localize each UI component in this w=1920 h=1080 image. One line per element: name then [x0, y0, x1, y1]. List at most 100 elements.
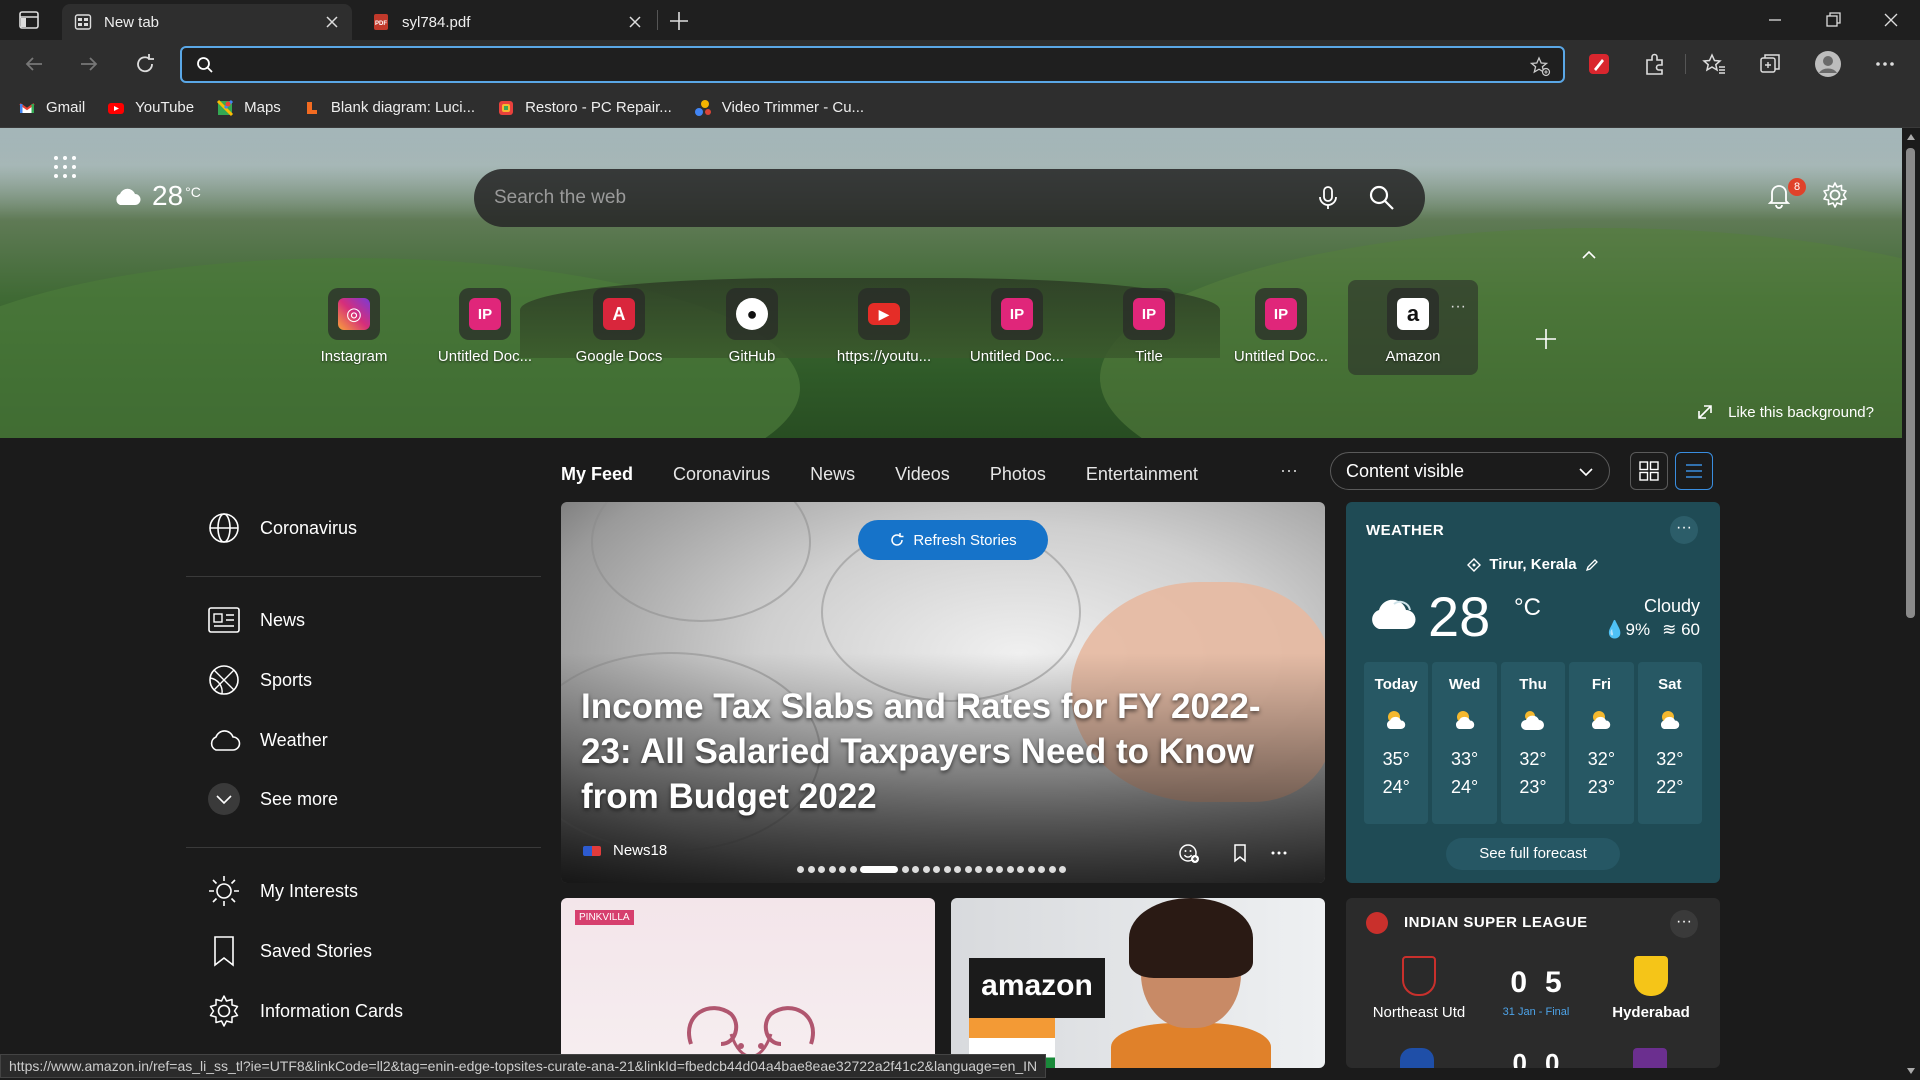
tab-entertainment[interactable]: Entertainment: [1086, 464, 1198, 485]
add-favorite-icon[interactable]: [1529, 55, 1551, 77]
address-bar[interactable]: [180, 46, 1565, 83]
story-card-amazon[interactable]: amazon: [951, 898, 1325, 1068]
carousel-dot[interactable]: [849, 866, 857, 873]
forecast-day[interactable]: Thu 32° 23°: [1500, 662, 1566, 824]
bookmark-video-trimmer[interactable]: Video Trimmer - Cu...: [694, 99, 864, 117]
profile-avatar[interactable]: [1814, 50, 1842, 78]
nav-item-weather[interactable]: Weather: [206, 722, 328, 758]
carousel-dot-active[interactable]: [860, 866, 898, 873]
top-story-card[interactable]: Refresh Stories Income Tax Slabs and Rat…: [561, 502, 1325, 883]
close-tab-icon[interactable]: [627, 14, 643, 30]
carousel-dot[interactable]: [797, 866, 804, 873]
carousel-dot[interactable]: [933, 866, 940, 873]
hero-weather[interactable]: 28 °C: [112, 180, 201, 212]
quick-link-amazon[interactable]: a Amazon: [1348, 280, 1478, 375]
forecast-day[interactable]: Today 35° 24°: [1364, 662, 1429, 824]
close-tab-icon[interactable]: [324, 14, 340, 30]
forecast-day[interactable]: Wed 33° 24°: [1432, 662, 1497, 824]
extensions-icon[interactable]: [1641, 50, 1669, 78]
tab-photos[interactable]: Photos: [990, 464, 1046, 485]
story-more-icon[interactable]: [1268, 842, 1290, 864]
web-search-box[interactable]: [474, 169, 1425, 227]
scrollbar-thumb[interactable]: [1906, 148, 1915, 618]
carousel-dot[interactable]: [1017, 866, 1024, 873]
quick-link-youtube[interactable]: ▶ https://youtu...: [819, 288, 949, 365]
tab-actions-icon[interactable]: [18, 9, 40, 31]
content-visibility-select[interactable]: Content visible: [1330, 452, 1610, 490]
carousel-dot[interactable]: [964, 866, 972, 873]
close-window-button[interactable]: [1878, 8, 1904, 32]
bookmark-restoro[interactable]: Restoro - PC Repair...: [497, 99, 672, 117]
carousel-indicator[interactable]: [797, 866, 1070, 873]
carousel-dot[interactable]: [807, 866, 815, 873]
favorites-icon[interactable]: [1700, 50, 1728, 78]
list-layout-button[interactable]: [1675, 452, 1713, 490]
like-background-link[interactable]: Like this background?: [1696, 403, 1874, 421]
web-search-input[interactable]: [494, 169, 1294, 227]
carousel-dot[interactable]: [996, 866, 1003, 873]
chevron-up-icon[interactable]: [1578, 244, 1600, 266]
nav-item-news[interactable]: News: [206, 602, 305, 638]
quick-link-untitled-doc[interactable]: IP Untitled Doc...: [952, 288, 1082, 365]
weather-card[interactable]: WEATHER ··· Tirur, Kerala 28 °C Cloudy 💧…: [1346, 502, 1720, 883]
indian-super-league-card[interactable]: INDIAN SUPER LEAGUE ··· Northeast Utd 05…: [1346, 898, 1720, 1068]
new-tab-button[interactable]: [666, 8, 692, 34]
story-source[interactable]: News18: [583, 842, 667, 859]
see-full-forecast-button[interactable]: See full forecast: [1446, 838, 1620, 870]
tab-pdf[interactable]: PDF syl784.pdf: [360, 4, 655, 40]
page-scrollbar[interactable]: [1902, 128, 1920, 1080]
carousel-dot[interactable]: [912, 866, 919, 873]
isl-more-icon[interactable]: ···: [1670, 910, 1698, 938]
weather-location[interactable]: Tirur, Kerala: [1346, 556, 1720, 573]
reaction-icon[interactable]: [1178, 842, 1200, 864]
extension-pen-icon[interactable]: [1585, 50, 1613, 78]
carousel-dot[interactable]: [975, 866, 982, 873]
forecast-day[interactable]: Fri 32° 23°: [1569, 662, 1634, 824]
save-story-icon[interactable]: [1229, 842, 1251, 864]
address-input[interactable]: [226, 48, 1496, 81]
nav-item-saved-stories[interactable]: Saved Stories: [206, 933, 372, 969]
tab-news[interactable]: News: [810, 464, 855, 485]
carousel-dot[interactable]: [1027, 866, 1035, 873]
bookmark-maps[interactable]: Maps: [216, 99, 281, 117]
app-launcher-icon[interactable]: [50, 152, 80, 182]
minimize-button[interactable]: [1762, 8, 1788, 32]
carousel-dot[interactable]: [1006, 866, 1014, 873]
scroll-down-icon[interactable]: [1907, 1068, 1915, 1074]
tab-videos[interactable]: Videos: [895, 464, 950, 485]
quick-link-instagram[interactable]: ◎ Instagram: [289, 288, 419, 365]
home-team[interactable]: Northeast Utd: [1364, 956, 1474, 1021]
nav-item-information-cards[interactable]: Information Cards: [206, 993, 403, 1029]
weather-more-icon[interactable]: ···: [1670, 516, 1698, 544]
away-team[interactable]: Hyderabad: [1596, 956, 1706, 1021]
scroll-up-icon[interactable]: [1907, 134, 1915, 140]
carousel-dot[interactable]: [901, 866, 909, 873]
back-button[interactable]: [20, 50, 48, 78]
story-headline[interactable]: Income Tax Slabs and Rates for FY 2022-2…: [581, 684, 1311, 819]
microphone-icon[interactable]: [1315, 184, 1341, 212]
carousel-dot[interactable]: [954, 866, 961, 873]
bookmark-gmail[interactable]: Gmail: [18, 99, 85, 117]
tab-coronavirus[interactable]: Coronavirus: [673, 464, 770, 485]
tab-new-tab[interactable]: New tab: [62, 4, 352, 40]
bookmark-lucidchart[interactable]: Blank diagram: Luci...: [303, 99, 475, 117]
edit-pencil-icon[interactable]: [1585, 558, 1599, 572]
carousel-dot[interactable]: [1048, 866, 1056, 873]
refresh-button[interactable]: [131, 50, 159, 78]
nav-item-sports[interactable]: Sports: [206, 662, 312, 698]
story-card-pinkvilla[interactable]: PINKVILLA: [561, 898, 935, 1068]
carousel-dot[interactable]: [818, 866, 825, 873]
carousel-dot[interactable]: [1038, 866, 1045, 873]
carousel-dot[interactable]: [828, 866, 836, 873]
bookmark-youtube[interactable]: YouTube: [107, 99, 194, 117]
carousel-dot[interactable]: [1059, 866, 1066, 873]
forecast-day[interactable]: Sat 32° 22°: [1637, 662, 1703, 824]
grid-layout-button[interactable]: [1630, 452, 1668, 490]
forward-button[interactable]: [75, 50, 103, 78]
nav-item-my-interests[interactable]: My Interests: [206, 873, 358, 909]
page-settings-gear-icon[interactable]: [1820, 180, 1850, 210]
tab-my-feed[interactable]: My Feed: [561, 464, 633, 485]
settings-more-icon[interactable]: [1871, 50, 1899, 78]
refresh-stories-button[interactable]: Refresh Stories: [858, 520, 1048, 560]
feed-more-icon[interactable]: ···: [1280, 460, 1298, 481]
